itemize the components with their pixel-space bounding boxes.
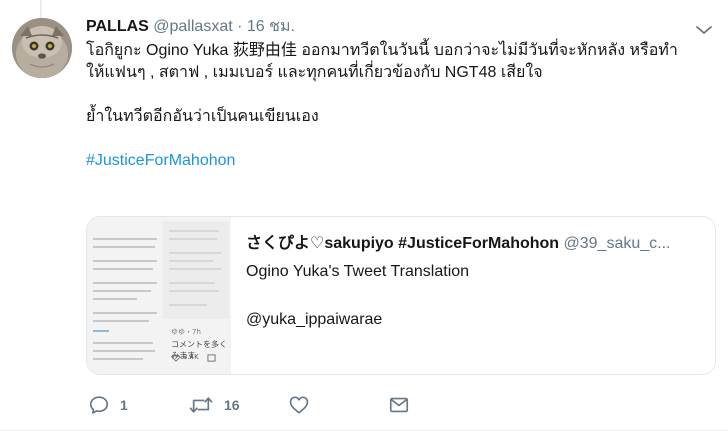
thumb-prefix: ゆゆ・7h bbox=[171, 328, 201, 336]
tweet-actions: 1 16 bbox=[86, 392, 426, 418]
chevron-down-icon[interactable] bbox=[694, 20, 714, 40]
thumb-like-count: 3.4K bbox=[183, 353, 199, 361]
quoted-tweet-card[interactable]: ゆゆ・7h コメントを多くみます 3.4K さくぴよ♡sakupiyo #Jus… bbox=[86, 216, 716, 375]
cat-avatar-image bbox=[12, 18, 72, 78]
tweet-text-line: ให้แฟนๆ , สตาฟ , เมมเบอร์ และทุกคนที่เกี… bbox=[86, 64, 543, 81]
tweet-text-line: โอกิยูกะ Ogino Yuka 荻野由佳 ออกมาทวีตในวันน… bbox=[86, 42, 678, 59]
reply-icon bbox=[89, 396, 109, 414]
like-icon bbox=[289, 396, 309, 414]
tweet-text: โอกิยูกะ Ogino Yuka 荻野由佳 ออกมาทวีตในวันน… bbox=[86, 40, 716, 172]
direct-message-button[interactable] bbox=[388, 392, 410, 418]
thumb-message-icon bbox=[207, 354, 216, 362]
tweet-text-line: ย้ำในทวีตอีกอันว่าเป็นคนเขียนเอง bbox=[86, 108, 319, 125]
quoted-handle[interactable]: @39_saku_c... bbox=[564, 235, 671, 252]
reply-count: 1 bbox=[120, 397, 128, 413]
hashtag-link[interactable]: #JusticeForMahohon bbox=[86, 152, 235, 169]
like-button[interactable] bbox=[288, 392, 320, 418]
tweet-header: PALLAS @pallasxat · 16 ชม. bbox=[86, 17, 295, 37]
quoted-tweet-thumbnail[interactable]: ゆゆ・7h コメントを多くみます 3.4K bbox=[87, 217, 231, 374]
separator-dot: · bbox=[237, 18, 243, 35]
reply-button[interactable]: 1 bbox=[88, 392, 128, 418]
message-icon bbox=[389, 397, 409, 413]
quoted-display-name[interactable]: さくぴよ♡sakupiyo #JusticeForMahohon bbox=[246, 235, 559, 252]
timestamp[interactable]: 16 ชม. bbox=[247, 18, 295, 35]
thumb-footer-text: コメントを多くみます bbox=[171, 340, 227, 360]
thread-line bbox=[40, 0, 42, 18]
user-handle[interactable]: @pallasxat bbox=[153, 18, 232, 35]
retweet-count: 16 bbox=[224, 397, 240, 413]
thumb-heart-icon bbox=[172, 354, 180, 362]
retweet-icon bbox=[189, 397, 213, 413]
retweet-button[interactable]: 16 bbox=[188, 392, 240, 418]
avatar[interactable] bbox=[12, 18, 72, 78]
quoted-tweet-meta: さくぴよ♡sakupiyo #JusticeForMahohon @39_sak… bbox=[246, 233, 706, 331]
quoted-text: Ogino Yuka's Tweet Translation bbox=[246, 263, 470, 280]
display-name[interactable]: PALLAS bbox=[86, 18, 149, 35]
quoted-mention: @yuka_ippaiwarae bbox=[246, 311, 383, 328]
